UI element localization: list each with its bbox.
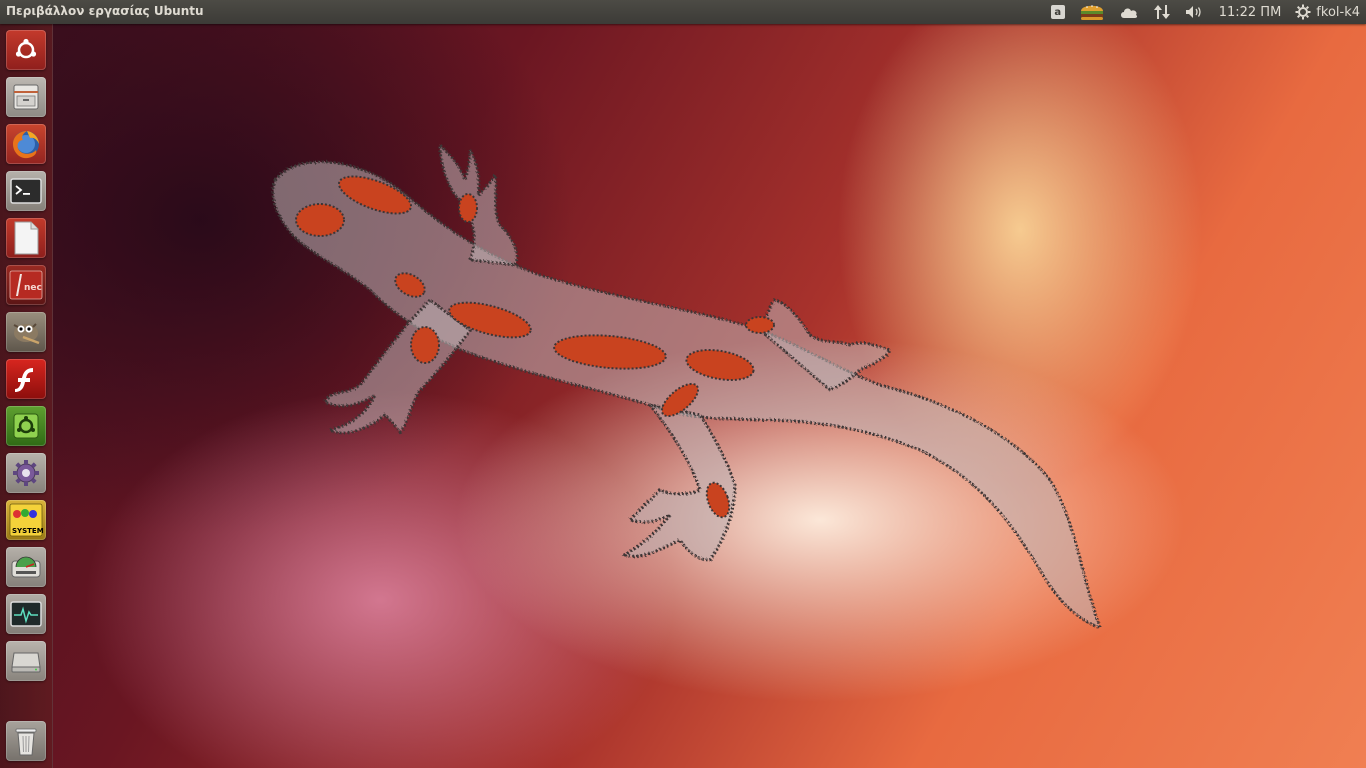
file-cabinet-icon [13,84,39,110]
top-panel: Περιβάλλον εργασίας Ubuntu a 11:22 ΠΜ fk… [0,0,1366,24]
green-gear-icon [13,413,39,439]
ubuntu-logo-icon [15,38,37,59]
system-monitor-icon [10,601,42,627]
launcher-system-game[interactable]: SYSTEM [6,500,46,540]
burger-icon [1080,5,1103,20]
terminal-icon [10,178,42,204]
launcher-drive[interactable] [6,641,46,681]
launcher: nec SYSTEM [0,24,53,768]
burger-indicator[interactable] [1072,0,1112,24]
gimp-icon [13,323,40,345]
network-indicator[interactable] [1146,0,1178,24]
volume-indicator[interactable] [1178,0,1212,24]
red-app-icon: nec [9,270,43,300]
gear-icon [1295,4,1311,20]
username-label: fkol-k4 [1316,4,1360,20]
disk-analyzer-icon [11,556,41,578]
launcher-terminal[interactable] [6,171,46,211]
system-game-icon: SYSTEM [9,503,44,537]
launcher-firefox[interactable] [6,124,46,164]
launcher-gimp[interactable] [6,312,46,352]
indicator-area: a 11:22 ΠΜ fkol-k4 [1044,0,1362,24]
system-tile-label: SYSTEM [12,527,44,535]
launcher-dash-home[interactable] [6,30,46,70]
launcher-text-document[interactable] [6,218,46,258]
launcher-disk-usage[interactable] [6,547,46,587]
firefox-icon [13,131,39,159]
lizard-wallpaper-art [271,141,1103,631]
keyboard-layout-icon: a [1050,5,1065,19]
launcher-trash[interactable] [6,721,46,761]
network-updown-icon [1153,5,1170,19]
cloud-icon [1120,8,1137,18]
trash-icon [15,728,37,756]
flash-icon [15,368,33,392]
settings-gear-icon [13,460,39,486]
clock-text: 11:22 ΠΜ [1218,4,1282,20]
launcher-system-monitor[interactable] [6,594,46,634]
launcher-green-app[interactable] [6,406,46,446]
hard-drive-icon [11,652,41,673]
launcher-system-settings[interactable] [6,453,46,493]
blank-document-icon [14,221,39,255]
window-title: Περιβάλλον εργασίας Ubuntu [6,4,204,18]
launcher-red-app[interactable]: nec [6,265,46,305]
session-indicator[interactable]: fkol-k4 [1288,0,1362,24]
launcher-flash[interactable] [6,359,46,399]
keyboard-indicator[interactable]: a [1044,0,1072,24]
volume-icon [1185,6,1201,18]
red-app-label: nec [24,283,42,293]
launcher-files[interactable] [6,77,46,117]
cloud-indicator[interactable] [1112,0,1146,24]
clock-indicator[interactable]: 11:22 ΠΜ [1212,0,1289,24]
